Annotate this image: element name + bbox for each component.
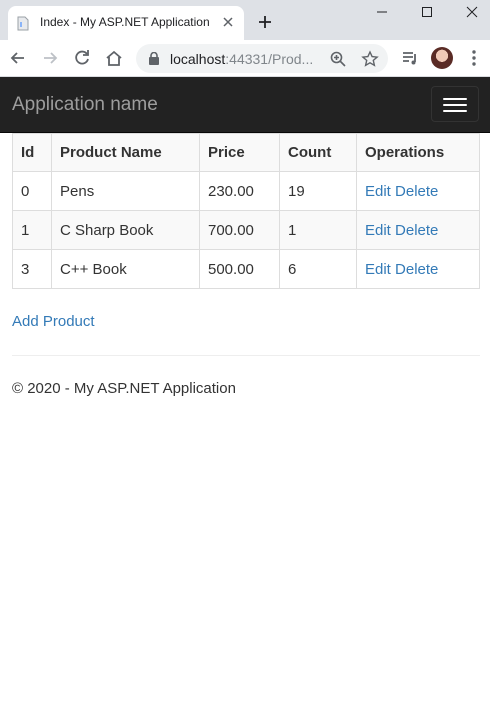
- footer-divider: [12, 355, 480, 356]
- cell-id: 0: [12, 171, 52, 211]
- edit-link[interactable]: Edit: [365, 222, 391, 239]
- browser-tabstrip: Index - My ASP.NET Application: [0, 0, 490, 40]
- table-row: 3 C++ Book 500.00 6 Edit Delete: [12, 249, 480, 289]
- page-icon: [17, 16, 29, 31]
- table-row: 1 C Sharp Book 700.00 1 Edit Delete: [12, 210, 480, 250]
- cell-id: 1: [12, 210, 52, 250]
- reload-icon[interactable]: [72, 48, 92, 68]
- maximize-icon[interactable]: [417, 4, 437, 20]
- delete-link[interactable]: Delete: [395, 183, 438, 200]
- address-bar[interactable]: localhost:44331/Prod...: [136, 44, 388, 73]
- browser-tab[interactable]: Index - My ASP.NET Application: [8, 6, 244, 40]
- add-product-link[interactable]: Add Product: [12, 313, 95, 330]
- cell-count: 19: [279, 171, 357, 211]
- url-rest: :44331/Prod...: [225, 51, 314, 67]
- cell-product-name: C Sharp Book: [51, 210, 200, 250]
- new-tab-icon[interactable]: [257, 14, 273, 30]
- table-row: 0 Pens 230.00 19 Edit Delete: [12, 171, 480, 211]
- header-operations: Operations: [356, 133, 480, 172]
- media-playlist-icon[interactable]: [400, 48, 420, 68]
- close-window-icon[interactable]: [462, 4, 482, 20]
- browser-toolbar: localhost:44331/Prod...: [0, 40, 490, 77]
- products-table: Id Product Name Price Count Operations 0…: [12, 133, 480, 289]
- menu-kebab-icon[interactable]: [464, 48, 484, 68]
- delete-link[interactable]: Delete: [395, 261, 438, 278]
- hamburger-icon: [443, 98, 467, 100]
- header-product-name: Product Name: [51, 133, 200, 172]
- cell-product-name: Pens: [51, 171, 200, 211]
- cell-price: 700.00: [199, 210, 280, 250]
- footer-text: © 2020 - My ASP.NET Application: [12, 380, 236, 397]
- cell-price: 230.00: [199, 171, 280, 211]
- header-count: Count: [279, 133, 357, 172]
- navbar-toggle-button[interactable]: [431, 86, 479, 122]
- minimize-icon[interactable]: [372, 4, 392, 20]
- cell-count: 6: [279, 249, 357, 289]
- star-bookmark-icon[interactable]: [361, 50, 379, 68]
- lock-icon: [149, 52, 159, 65]
- header-price: Price: [199, 133, 280, 172]
- cell-id: 3: [12, 249, 52, 289]
- forward-arrow-icon[interactable]: [40, 48, 60, 68]
- zoom-icon[interactable]: [329, 50, 347, 68]
- home-icon[interactable]: [104, 48, 124, 68]
- profile-avatar[interactable]: [431, 47, 453, 69]
- cell-count: 1: [279, 210, 357, 250]
- site-navbar: Application name: [0, 77, 490, 133]
- delete-link[interactable]: Delete: [395, 222, 438, 239]
- brand-link[interactable]: Application name: [12, 94, 158, 116]
- cell-operations: Edit Delete: [356, 249, 480, 289]
- back-arrow-icon[interactable]: [8, 48, 28, 68]
- cell-price: 500.00: [199, 249, 280, 289]
- cell-operations: Edit Delete: [356, 171, 480, 211]
- tab-title: Index - My ASP.NET Application: [40, 15, 210, 29]
- table-header-row: Id Product Name Price Count Operations: [12, 133, 480, 172]
- cell-operations: Edit Delete: [356, 210, 480, 250]
- edit-link[interactable]: Edit: [365, 261, 391, 278]
- close-tab-icon[interactable]: [220, 14, 236, 30]
- cell-product-name: C++ Book: [51, 249, 200, 289]
- url-host: localhost: [170, 51, 226, 67]
- url-text: localhost:44331/Prod...: [170, 51, 313, 67]
- edit-link[interactable]: Edit: [365, 183, 391, 200]
- header-id: Id: [12, 133, 52, 172]
